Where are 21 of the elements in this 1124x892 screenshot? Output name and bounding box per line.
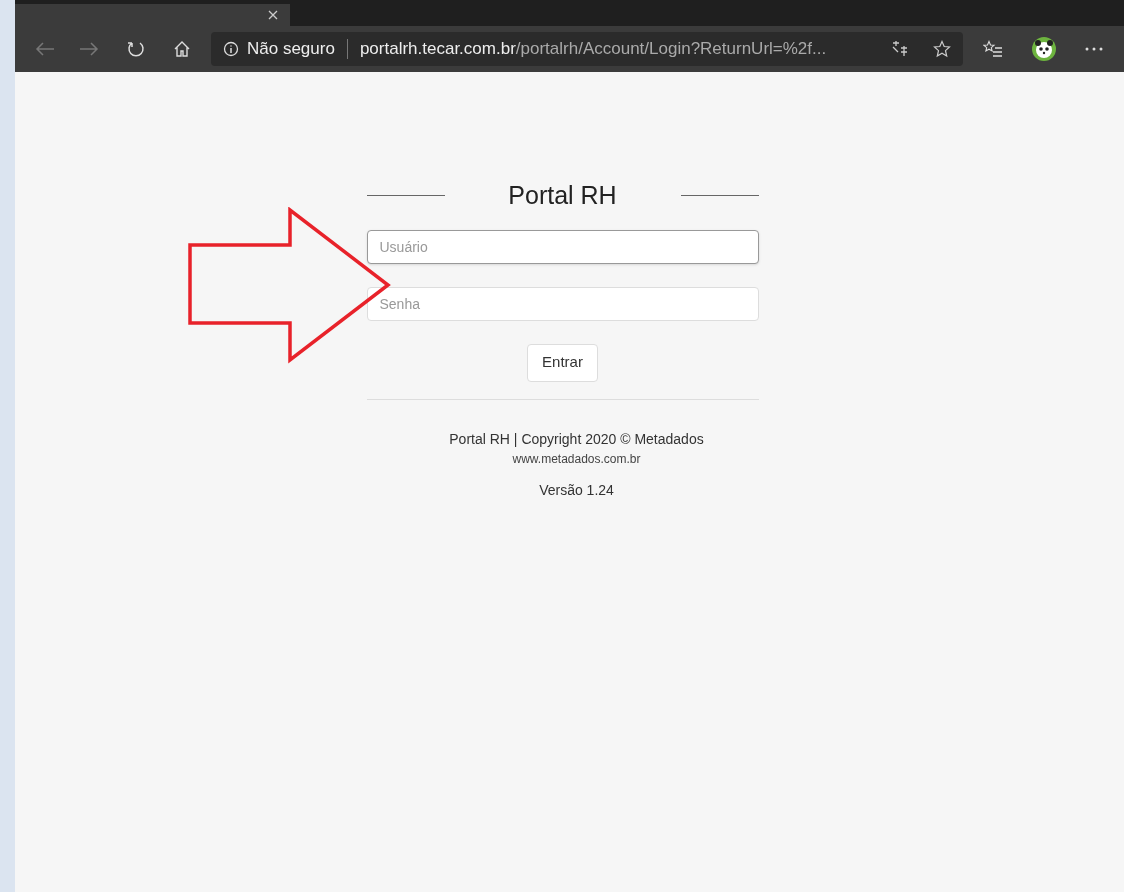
home-icon[interactable] xyxy=(173,40,191,58)
info-icon xyxy=(223,41,239,57)
back-icon[interactable] xyxy=(35,41,55,57)
username-field[interactable]: Usuário xyxy=(366,229,759,264)
more-icon[interactable] xyxy=(1085,47,1103,51)
close-icon[interactable] xyxy=(268,10,278,20)
version-text: Versão 1.24 xyxy=(539,480,614,500)
security-label: Não seguro xyxy=(247,38,335,61)
panda-icon[interactable] xyxy=(1031,36,1057,62)
url-text: portalrh.tecar.com.br/portalrh/Account/Login?ReturnUrl=%2f... xyxy=(359,38,827,61)
website-text: www.metadados.com.br xyxy=(512,450,641,468)
forward-icon[interactable] xyxy=(79,41,99,57)
page-title: Portal RH xyxy=(508,180,617,211)
refresh-icon[interactable] xyxy=(127,40,145,58)
translate-icon[interactable] xyxy=(891,40,909,58)
login-button[interactable]: Entrar xyxy=(527,343,598,382)
star-icon[interactable] xyxy=(933,40,951,58)
favorites-icon[interactable] xyxy=(983,40,1003,58)
copyright-text: Portal RH | Copyright 2020 © Metadados xyxy=(449,429,704,449)
password-field[interactable]: Senha xyxy=(366,286,759,321)
address-bar[interactable]: Não seguro portalrh.tecar.com.br/portalrh/Account/Login?ReturnUrl=%2f... xyxy=(211,32,963,66)
